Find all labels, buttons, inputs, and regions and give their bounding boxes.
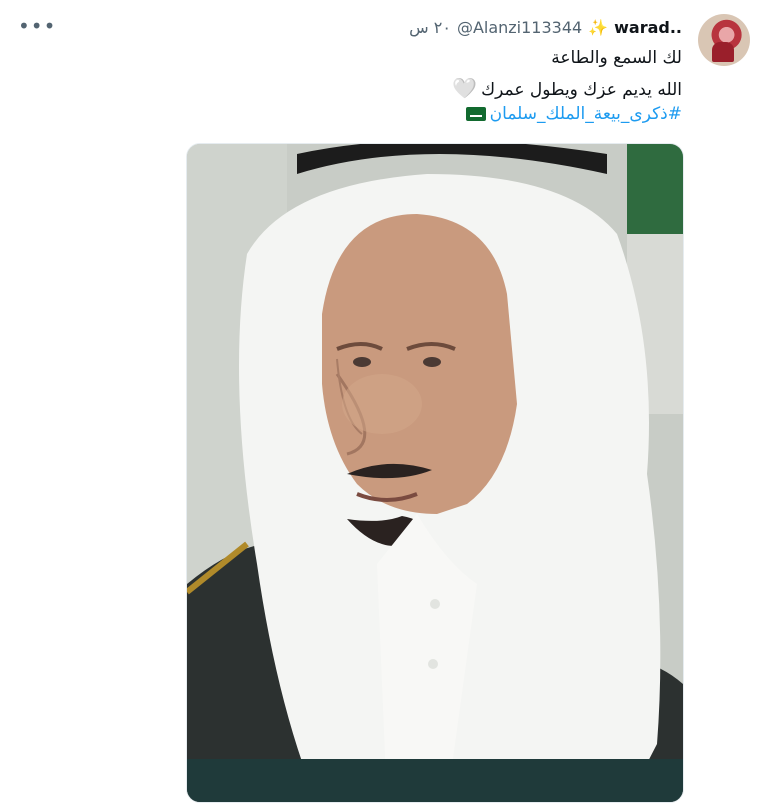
tweet-card: ••• warad.. ✨ @Alanzi113344 ٢٠ س لك السم… xyxy=(0,0,768,812)
timestamp[interactable]: ٢٠ س xyxy=(409,18,451,37)
tweet-text-line-1: لك السمع والطاعة xyxy=(551,48,682,68)
tweet-text-line-2-text: الله يديم عزك ويطول عمرك xyxy=(481,80,682,100)
tweet-hashtag-line: #ذكرى_بيعة_الملك_سلمان xyxy=(465,104,682,124)
hashtag-link[interactable]: #ذكرى_بيعة_الملك_سلمان xyxy=(490,104,682,124)
white-heart-icon: 🤍 xyxy=(452,76,478,100)
tweet-header: warad.. ✨ @Alanzi113344 ٢٠ س xyxy=(409,18,682,37)
tweet-text-line-2: الله يديم عزك ويطول عمرك🤍 xyxy=(452,76,682,100)
portrait-photo xyxy=(187,144,683,802)
display-name[interactable]: warad.. xyxy=(614,18,682,37)
sparkle-icon: ✨ xyxy=(588,18,609,37)
saudi-flag-icon xyxy=(465,107,486,121)
user-handle[interactable]: @Alanzi113344 xyxy=(457,18,582,37)
tweet-photo[interactable] xyxy=(186,143,684,803)
more-options-icon[interactable]: ••• xyxy=(18,14,56,38)
avatar[interactable] xyxy=(698,14,750,66)
